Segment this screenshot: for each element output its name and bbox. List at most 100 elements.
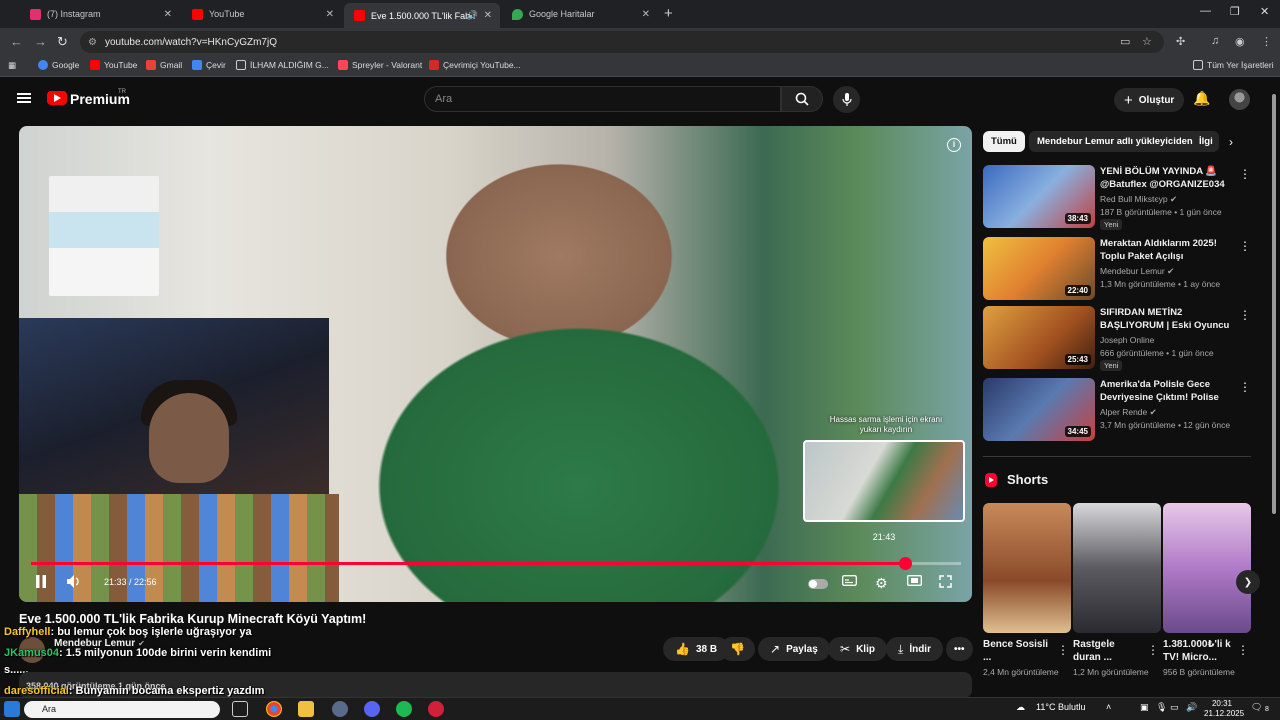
more-actions-button[interactable]: ••• [946, 637, 973, 661]
chevron-up-icon[interactable]: ˄ [1106, 702, 1111, 712]
bookmark-youtube[interactable]: YouTube [90, 60, 137, 70]
short-thumbnail[interactable] [983, 503, 1071, 633]
more-vertical-icon[interactable]: ⋮ [1239, 308, 1251, 322]
page-scrollbar[interactable] [1271, 88, 1277, 688]
close-tab-icon[interactable]: ✕ [326, 9, 334, 20]
close-tab-icon[interactable]: ✕ [164, 9, 172, 20]
search-input[interactable]: Ara [424, 86, 781, 112]
fullscreen-button[interactable] [939, 575, 952, 591]
youtube-logo[interactable] [47, 91, 67, 105]
rec-channel[interactable]: Joseph Online [1100, 335, 1154, 345]
progress-bar[interactable] [31, 557, 961, 570]
pause-button[interactable] [35, 575, 47, 591]
chip-all[interactable]: Tümü [983, 131, 1025, 152]
short-thumbnail[interactable] [1073, 503, 1161, 633]
short-title[interactable]: 1.381.000₺'li k TV! Micro... [1163, 638, 1235, 664]
short-thumbnail[interactable] [1163, 503, 1251, 633]
menu-icon[interactable] [17, 93, 31, 103]
profile-icon[interactable]: ◉ [1235, 35, 1245, 48]
media-control-icon[interactable]: ♫ [1211, 35, 1219, 47]
short-title[interactable]: Bence Sosisli ... [983, 638, 1055, 664]
account-avatar[interactable] [1229, 89, 1250, 110]
chip-uploader[interactable]: Mendebur Lemur adlı yükleyiciden [1029, 131, 1201, 152]
back-icon[interactable]: ← [10, 34, 23, 49]
minimize-icon[interactable]: — [1200, 5, 1211, 17]
tab-youtube[interactable]: YouTube ✕ [182, 3, 342, 25]
more-vertical-icon[interactable]: ⋮ [1239, 239, 1251, 253]
rec-title[interactable]: SIFIRDAN METİN2 BAŞLIYORUM | Eski Oyuncu… [1100, 306, 1234, 332]
rec-title[interactable]: YENİ BÖLÜM YAYINDA 🚨 @Batuflex @ORGANIZE… [1100, 165, 1234, 191]
tab-current-video[interactable]: Eve 1.500.000 TL'lik Fabrika 🔊 ✕ [344, 3, 500, 28]
recommendation-item[interactable]: 38:43 YENİ BÖLÜM YAYINDA 🚨 @Batuflex @OR… [983, 165, 1253, 230]
taskbar-clock[interactable]: 20:31 21.12.2025 [1204, 699, 1244, 719]
bookmark-star-icon[interactable]: ☆ [1142, 35, 1152, 48]
clip-button[interactable]: ✂ Klip [828, 637, 887, 661]
task-view-icon[interactable] [232, 701, 248, 717]
chrome-menu-icon[interactable]: ⋮ [1261, 35, 1272, 48]
close-window-icon[interactable]: ✕ [1260, 5, 1269, 18]
settings-gear-icon[interactable]: ⚙ [875, 575, 888, 592]
reload-icon[interactable]: ↻ [57, 34, 68, 50]
more-vertical-icon[interactable]: ⋮ [1147, 643, 1159, 657]
cast-icon[interactable]: ▭ [1120, 35, 1130, 48]
download-button[interactable]: ⤓ İndir [886, 637, 943, 661]
short-title[interactable]: Rastgele duran ... [1073, 638, 1145, 664]
more-vertical-icon[interactable]: ⋮ [1237, 643, 1249, 657]
scrollbar-thumb[interactable] [1272, 94, 1276, 514]
short-item[interactable]: Bence Sosisli ... 2,4 Mn görüntüleme ⋮ [983, 503, 1071, 677]
create-button[interactable]: + Oluştur [1114, 88, 1185, 112]
spotify-icon[interactable] [396, 701, 412, 717]
volume-button[interactable] [67, 575, 81, 591]
miniplayer-button[interactable] [907, 575, 922, 589]
video-thumbnail[interactable]: 22:40 [983, 237, 1095, 300]
notifications-bell-icon[interactable]: 🔔 [1193, 90, 1210, 107]
bookmark-translate[interactable]: Çevir [192, 60, 226, 70]
speaker-icon[interactable]: 🔊 [467, 10, 478, 21]
forward-icon[interactable]: → [34, 34, 47, 49]
short-item[interactable]: 1.381.000₺'li k TV! Micro... 956 B görün… [1163, 503, 1251, 677]
recommendation-item[interactable]: 25:43 SIFIRDAN METİN2 BAŞLIYORUM | Eski … [983, 306, 1253, 371]
bookmark-folder-ilham[interactable]: İLHAM ALDIĞIM G... [236, 60, 329, 70]
more-vertical-icon[interactable]: ⋮ [1239, 380, 1251, 394]
info-icon[interactable]: i [947, 138, 961, 152]
windows-start-icon[interactable] [4, 701, 20, 717]
more-vertical-icon[interactable]: ⋮ [1057, 643, 1069, 657]
shorts-next-button[interactable]: ❯ [1236, 570, 1260, 594]
close-tab-icon[interactable]: ✕ [484, 10, 492, 21]
share-button[interactable]: ↗ Paylaş [758, 637, 830, 661]
tray-app-icon[interactable]: ▣ [1140, 702, 1149, 713]
network-icon[interactable]: ▭ [1170, 702, 1179, 713]
autoplay-toggle[interactable] [808, 579, 828, 589]
bookmark-gmail[interactable]: Gmail [146, 60, 182, 70]
video-thumbnail[interactable]: 34:45 [983, 378, 1095, 441]
bookmark-spreyler[interactable]: Spreyler - Valorant [338, 60, 422, 70]
all-bookmarks[interactable]: Tüm Yer İşaretleri [1193, 60, 1274, 70]
weather-text[interactable]: 11°C Bulutlu [1036, 702, 1085, 712]
video-thumbnail[interactable]: 25:43 [983, 306, 1095, 369]
recommendation-item[interactable]: 34:45 Amerika'da Polisle Gece Devriyesin… [983, 378, 1253, 442]
taskbar-search[interactable]: Ara [24, 701, 220, 718]
tab-google-maps[interactable]: Google Haritalar ✕ [502, 3, 658, 25]
app-icon[interactable] [428, 701, 444, 717]
extensions-icon[interactable]: ✣ [1176, 35, 1185, 48]
discord-icon[interactable] [364, 701, 380, 717]
chip-related[interactable]: İlgi [1193, 131, 1219, 152]
microphone-tray-icon[interactable]: 🎙 [1156, 702, 1167, 713]
bookmark-online-youtube[interactable]: Çevrimiçi YouTube... [429, 60, 521, 70]
more-vertical-icon[interactable]: ⋮ [1239, 167, 1251, 181]
progress-scrubber[interactable] [899, 557, 913, 570]
weather-cloud-icon[interactable]: ☁ [1016, 702, 1025, 713]
restore-icon[interactable]: ❐ [1230, 5, 1240, 18]
address-bar[interactable]: ⚙ youtube.com/watch?v=HKnCyGZm7jQ [80, 31, 1164, 53]
voice-search-button[interactable] [833, 86, 860, 113]
chrome-icon[interactable] [266, 701, 282, 717]
notifications-tray-icon[interactable]: 🗨 [1251, 702, 1262, 713]
apps-grid-icon[interactable]: ▦ [8, 60, 16, 71]
search-button[interactable] [781, 86, 823, 112]
video-player[interactable]: i Hassas sarma işlemi için ekranı yukarı… [19, 126, 972, 602]
video-thumbnail[interactable]: 38:43 [983, 165, 1095, 228]
close-tab-icon[interactable]: ✕ [642, 9, 650, 20]
subtitles-button[interactable] [842, 575, 857, 589]
rec-channel[interactable]: Red Bull Mikstєyp ✔ [1100, 194, 1177, 205]
recommendation-item[interactable]: 22:40 Meraktan Aldıklarım 2025! Toplu Pa… [983, 237, 1253, 301]
